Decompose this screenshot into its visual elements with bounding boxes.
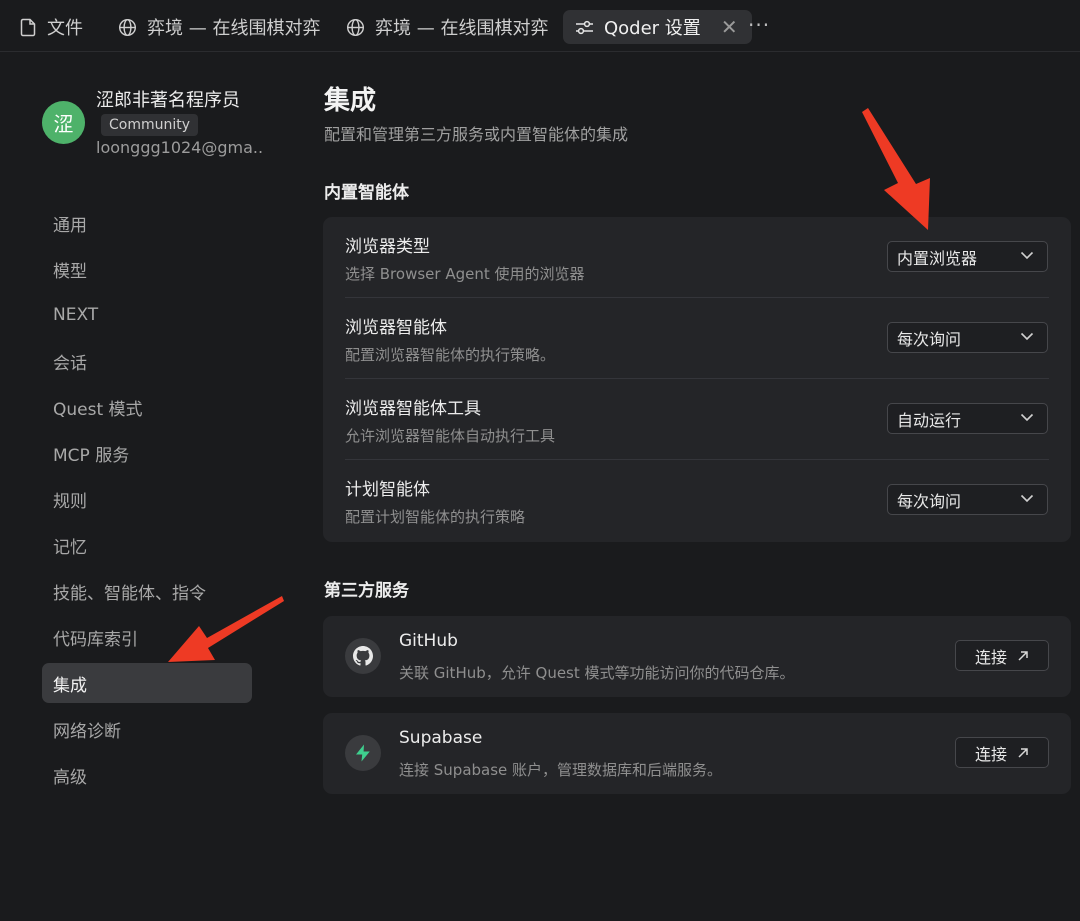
- setting-title: 浏览器智能体工具: [345, 399, 481, 419]
- nav-item-next[interactable]: NEXT: [42, 295, 252, 335]
- select-value: 每次询问: [897, 329, 962, 349]
- github-connect-button[interactable]: 连接: [955, 640, 1049, 671]
- nav-item-network-diagnostics[interactable]: 网络诊断: [42, 709, 252, 749]
- page-title: 集成: [324, 86, 377, 116]
- setting-title: 计划智能体: [345, 480, 430, 500]
- tab-go-game-1[interactable]: 弈境 — 在线围棋对弈: [118, 10, 320, 44]
- tab-label: 弈境 — 在线围棋对弈: [375, 18, 549, 39]
- tab-label: Qoder 设置: [604, 18, 701, 39]
- button-label: 连接: [974, 744, 1007, 764]
- service-card-github: GitHub 关联 GitHub，允许 Quest 模式等功能访问你的代码仓库。…: [323, 616, 1071, 697]
- chevron-down-icon: [1020, 251, 1034, 260]
- user-name: 涩郎非著名程序员: [96, 90, 240, 111]
- setting-description: 选择 Browser Agent 使用的浏览器: [345, 265, 585, 283]
- select-value: 每次询问: [897, 491, 962, 511]
- setting-row-plan-agent: 计划智能体 配置计划智能体的执行策略 每次询问: [323, 460, 1071, 541]
- supabase-connect-button[interactable]: 连接: [955, 737, 1049, 768]
- service-name: Supabase: [399, 728, 483, 748]
- globe-icon: [118, 18, 137, 36]
- setting-title: 浏览器智能体: [345, 318, 447, 338]
- select-value: 内置浏览器: [897, 248, 978, 268]
- nav-item-rules[interactable]: 规则: [42, 479, 252, 519]
- nav-item-skills[interactable]: 技能、智能体、指令: [42, 571, 252, 611]
- plan-badge: Community: [101, 114, 199, 136]
- tab-file[interactable]: 文件: [20, 10, 83, 44]
- external-link-icon: [1018, 747, 1028, 758]
- external-link-icon: [1018, 650, 1028, 661]
- select-value: 自动运行: [897, 410, 962, 430]
- browser-agent-tools-select[interactable]: 自动运行: [887, 403, 1048, 434]
- setting-row-browser-type: 浏览器类型 选择 Browser Agent 使用的浏览器 内置浏览器: [323, 217, 1071, 298]
- setting-title: 浏览器类型: [345, 237, 430, 257]
- builtin-agents-card: 浏览器类型 选择 Browser Agent 使用的浏览器 内置浏览器 浏览器智…: [323, 217, 1071, 542]
- chevron-down-icon: [1020, 413, 1034, 422]
- service-description: 关联 GitHub，允许 Quest 模式等功能访问你的代码仓库。: [399, 664, 795, 682]
- nav-item-memory[interactable]: 记忆: [42, 525, 252, 565]
- browser-agent-select[interactable]: 每次询问: [887, 322, 1048, 353]
- tab-qoder-settings[interactable]: Qoder 设置 ✕: [563, 10, 752, 44]
- github-icon: [345, 638, 381, 674]
- nav-item-mcp[interactable]: MCP 服务: [42, 433, 252, 473]
- setting-row-browser-agent-tools: 浏览器智能体工具 允许浏览器智能体自动执行工具 自动运行: [323, 379, 1071, 460]
- plan-agent-select[interactable]: 每次询问: [887, 484, 1048, 515]
- tab-go-game-2[interactable]: 弈境 — 在线围棋对弈: [346, 10, 548, 44]
- nav-item-integrations[interactable]: 集成: [42, 663, 252, 703]
- chevron-down-icon: [1020, 494, 1034, 503]
- service-name: GitHub: [399, 631, 458, 651]
- avatar: 涩: [42, 101, 85, 144]
- nav-item-quest-mode[interactable]: Quest 模式: [42, 387, 252, 427]
- page-subtitle: 配置和管理第三方服务或内置智能体的集成: [324, 125, 629, 144]
- chevron-down-icon: [1020, 332, 1034, 341]
- setting-description: 配置浏览器智能体的执行策略。: [345, 346, 556, 364]
- nav-item-chat[interactable]: 会话: [42, 341, 252, 381]
- user-email: loonggg1024@gma..: [96, 138, 264, 157]
- setting-description: 允许浏览器智能体自动执行工具: [345, 427, 556, 445]
- tab-label: 文件: [47, 18, 83, 39]
- annotation-arrow-top: [862, 108, 930, 230]
- service-card-supabase: Supabase 连接 Supabase 账户，管理数据库和后端服务。 连接: [323, 713, 1071, 794]
- browser-type-select[interactable]: 内置浏览器: [887, 241, 1048, 272]
- service-description: 连接 Supabase 账户，管理数据库和后端服务。: [399, 761, 723, 779]
- nav-item-models[interactable]: 模型: [42, 249, 252, 289]
- globe-icon: [346, 18, 365, 36]
- setting-description: 配置计划智能体的执行策略: [345, 508, 526, 526]
- file-icon: [20, 18, 36, 36]
- tab-bar: 文件 弈境 — 在线围棋对弈 弈境 — 在线围棋对弈 Qoder 设置 ✕ ··…: [0, 0, 1080, 52]
- button-label: 连接: [974, 647, 1007, 667]
- close-icon[interactable]: ✕: [721, 17, 738, 37]
- more-tabs-icon[interactable]: ···: [748, 13, 770, 37]
- settings-sliders-icon: [576, 20, 593, 34]
- setting-row-browser-agent: 浏览器智能体 配置浏览器智能体的执行策略。 每次询问: [323, 298, 1071, 379]
- supabase-icon: [345, 735, 381, 771]
- nav-item-codebase-index[interactable]: 代码库索引: [42, 617, 252, 657]
- section-title-third-party: 第三方服务: [324, 581, 409, 601]
- nav-item-advanced[interactable]: 高级: [42, 755, 252, 795]
- tab-label: 弈境 — 在线围棋对弈: [147, 18, 321, 39]
- section-title-builtin-agents: 内置智能体: [324, 183, 409, 203]
- nav-item-general[interactable]: 通用: [42, 203, 252, 243]
